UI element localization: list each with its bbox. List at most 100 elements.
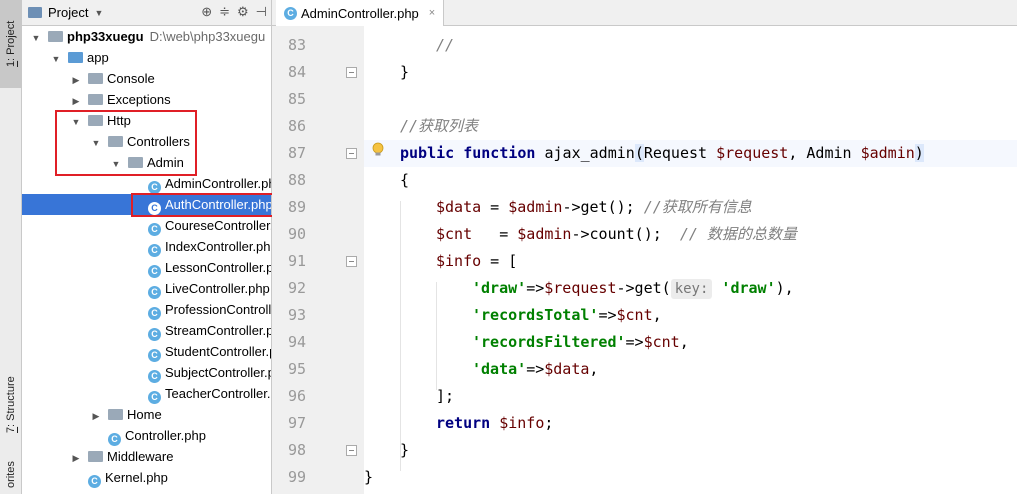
tree-item[interactable]: ▶ Home <box>22 404 271 425</box>
project-panel: Project ▼ ⊕ ≑ ⚙ ⊣ ▼ php33xuegu D:\web\php3… <box>22 0 272 494</box>
tree-item[interactable]: C IndexController.ph <box>22 236 271 257</box>
folder-icon <box>88 73 103 84</box>
tree-item[interactable]: C TeacherController.p <box>22 383 271 404</box>
chevron-right-icon[interactable]: ▶ <box>70 448 82 469</box>
php-class-icon: C <box>88 475 101 488</box>
code-variable: $admin <box>508 198 563 216</box>
line-number: 92 <box>287 279 306 297</box>
target-icon[interactable]: ⊕ <box>201 4 212 20</box>
code-line-97: return $info; <box>364 410 1017 437</box>
tree-item[interactable]: ▶ Console <box>22 68 271 89</box>
code-punct: ]; <box>436 387 455 405</box>
tree-item[interactable]: C CoureseController. <box>22 215 271 236</box>
chevron-down-icon[interactable]: ▼ <box>30 28 42 49</box>
hide-icon[interactable]: ⊣ <box>256 4 267 20</box>
chevron-right-icon[interactable]: ▶ <box>70 70 82 91</box>
code-line-87: public function ajax_admin(Request $requ… <box>364 140 1017 167</box>
code-variable: $info <box>436 252 482 270</box>
php-class-icon: C <box>148 307 161 320</box>
tree-item[interactable]: ▼ php33xuegu D:\web\php33xuegu <box>22 26 271 47</box>
php-class-icon: C <box>148 286 161 299</box>
tree-item-label: TeacherController.p <box>165 386 272 401</box>
php-class-icon: C <box>108 433 121 446</box>
editor-gutter: 83 84 85 86 87 88 89 90 91 92 93 94 95 96 97 98 99 <box>272 26 364 494</box>
tree-item-label: Exceptions <box>107 92 171 107</box>
tree-item-label: LiveController.php <box>165 281 270 296</box>
lightbulb-icon[interactable] <box>372 142 384 158</box>
project-tool-tab[interactable]: 1: Project <box>0 0 22 88</box>
code-line-92: 'draw'=>$request->get(key: 'draw'), <box>364 275 1017 302</box>
tree-item[interactable]: C LiveController.php <box>22 278 271 299</box>
php-class-icon: C <box>284 6 297 20</box>
code-line-98: } <box>364 437 1017 464</box>
line-number: 87 <box>287 144 306 162</box>
tree-item[interactable]: C Kernel.php <box>22 467 271 488</box>
line-number: 83 <box>287 36 306 54</box>
tree-item[interactable]: C Controller.php <box>22 425 271 446</box>
tree-item-label: Home <box>127 407 162 422</box>
fold-marker-icon[interactable] <box>346 148 357 159</box>
fold-marker-icon[interactable] <box>346 256 357 267</box>
folder-icon <box>88 94 103 105</box>
php-class-icon: C <box>148 328 161 341</box>
project-path-hint: D:\web\php33xuegu <box>149 29 266 44</box>
structure-tool-tab[interactable]: 7: Structure <box>0 360 22 450</box>
line-number: 85 <box>287 90 306 108</box>
close-icon[interactable]: × <box>429 7 435 19</box>
line-number: 97 <box>287 414 306 432</box>
tree-item[interactable]: ▼ app <box>22 47 271 68</box>
code-variable: $admin <box>517 225 572 243</box>
tree-item[interactable]: ▶ Exceptions <box>22 89 271 110</box>
php-class-icon: C <box>148 223 161 236</box>
tree-item[interactable]: C AdminController.php <box>22 173 271 194</box>
tree-item[interactable]: C ProfessionControlle <box>22 299 271 320</box>
code-punct: , <box>652 306 662 324</box>
fold-marker-icon[interactable] <box>346 67 357 78</box>
line-number: 86 <box>287 117 306 135</box>
favorites-tool-tab[interactable]: orites <box>0 455 22 494</box>
project-view-selector[interactable]: Project <box>48 5 88 20</box>
project-folder-icon <box>28 7 42 18</box>
chevron-down-icon[interactable]: ▼ <box>94 8 103 18</box>
code-variable: $admin <box>860 144 915 162</box>
line-number: 90 <box>287 225 306 243</box>
settings-icon[interactable]: ⚙ <box>237 4 249 20</box>
code-variable: $request <box>544 279 617 297</box>
tree-item[interactable]: C StudentController.p <box>22 341 271 362</box>
code-brace: { <box>400 171 410 189</box>
annotation-box-http <box>55 110 197 176</box>
code-line-99: } <box>364 464 1017 491</box>
code-variable: $request <box>716 144 789 162</box>
code-brace: } <box>364 468 374 486</box>
tree-item-label: ProfessionControlle <box>165 302 272 317</box>
chevron-right-icon[interactable]: ▶ <box>70 91 82 112</box>
code-line-90: $cnt = $admin->count(); // 数据的总数量 <box>364 221 1017 248</box>
tree-item[interactable]: C SubjectController.p <box>22 362 271 383</box>
code-type: Request <box>643 144 717 162</box>
code-line-83: // <box>364 32 1017 59</box>
annotation-box-authcontroller <box>131 193 279 217</box>
line-number: 88 <box>287 171 306 189</box>
code-function-name: ajax_admin <box>544 144 635 162</box>
fold-marker-icon[interactable] <box>346 445 357 456</box>
code-line-89: $data = $admin->get(); //获取所有信息 <box>364 194 1017 221</box>
tree-item[interactable]: C LessonController.p <box>22 257 271 278</box>
editor-tab-label: AdminController.php <box>301 5 419 21</box>
parameter-hint: key: <box>670 279 713 299</box>
code-string: 'data' <box>472 360 527 378</box>
tree-item-label: SubjectController.p <box>165 365 272 380</box>
project-tree: ▼ php33xuegu D:\web\php33xuegu ▼ app ▶ Console… <box>22 26 271 494</box>
tree-item[interactable]: C StreamController.p <box>22 320 271 341</box>
php-class-icon: C <box>148 265 161 278</box>
code-paren: ) <box>914 144 924 162</box>
tree-item[interactable]: ▶ Middleware <box>22 446 271 467</box>
code-variable: $data <box>436 198 482 216</box>
collapse-icon[interactable]: ≑ <box>219 4 230 20</box>
code-punct: ; <box>544 414 554 432</box>
tab-admincontroller[interactable]: C AdminController.php × <box>276 0 445 26</box>
chevron-down-icon[interactable]: ▼ <box>50 49 62 70</box>
chevron-right-icon[interactable]: ▶ <box>90 406 102 427</box>
code-line-86: //获取列表 <box>364 113 1017 140</box>
code-editor[interactable]: // } //获取列表 public function ajax_admin(R… <box>364 26 1017 494</box>
